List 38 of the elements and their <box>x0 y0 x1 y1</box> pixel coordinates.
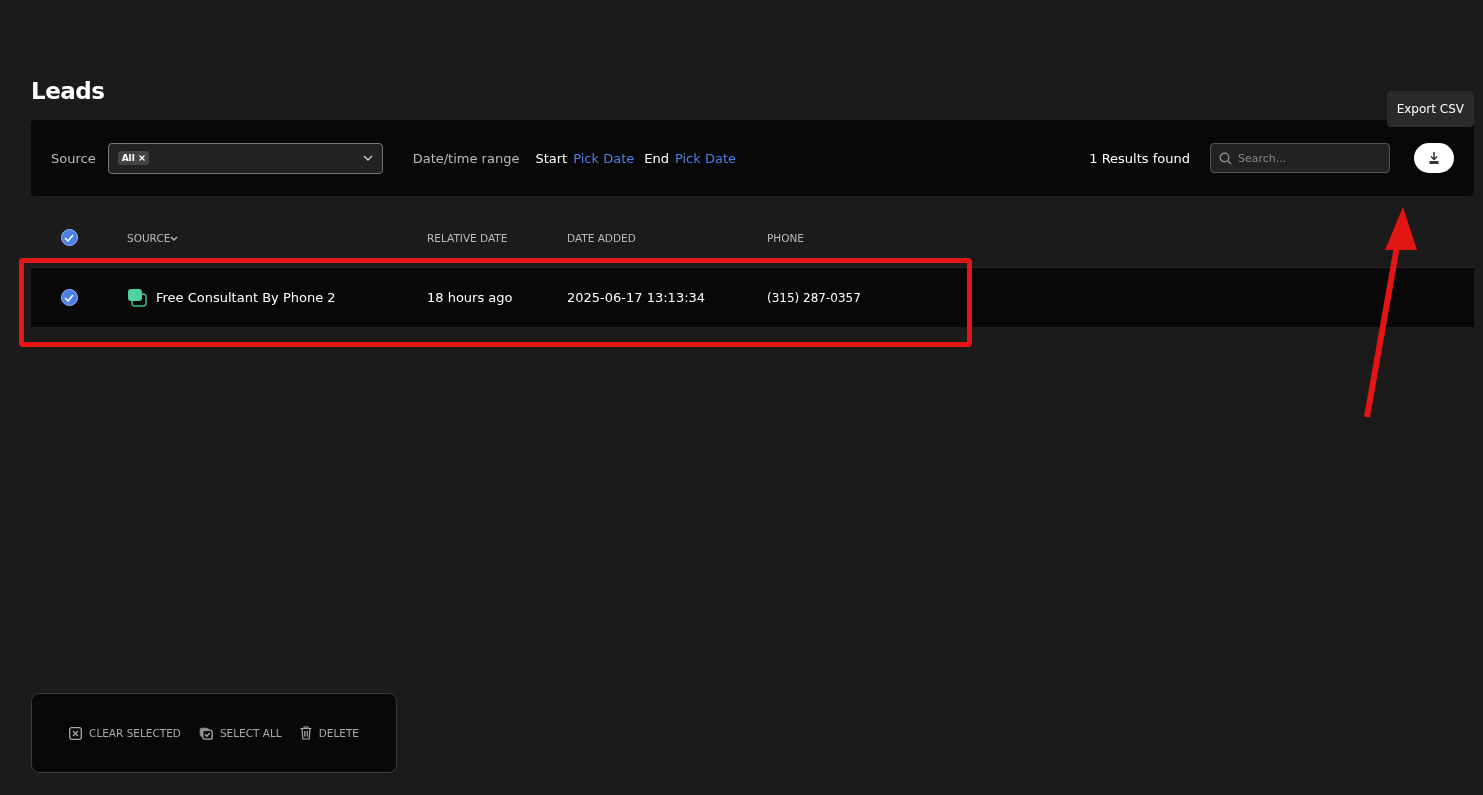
results-count: 1 Results found <box>1089 150 1190 166</box>
table-cell-text: (315) 287-0357 <box>767 290 862 305</box>
table-row[interactable]: Free Consultant By Phone 2 18 hours ago 2025-06-17 13:13:34 (315) 287-0357 <box>31 267 1474 327</box>
end-date-link[interactable]: Pick Date <box>674 150 736 166</box>
bulk-action-button[interactable]: CLEAR SELECTED <box>69 726 181 740</box>
close-icon[interactable] <box>138 155 145 161</box>
column-header[interactable]: SOURCE <box>127 231 427 244</box>
chevron-down-icon <box>170 235 179 242</box>
export-tooltip: Export CSV <box>1386 91 1474 127</box>
table-cell-text: 18 hours ago <box>427 290 514 305</box>
check-icon <box>64 233 74 242</box>
bulk-action-button[interactable]: SELECT ALL <box>198 726 282 740</box>
start-date-link[interactable]: Pick Date <box>573 150 635 166</box>
trash-icon <box>299 726 312 740</box>
chevron-down-icon <box>362 155 373 161</box>
page-title: Leads <box>31 78 105 104</box>
search-field[interactable]: Search... <box>1210 143 1390 173</box>
search-icon <box>1219 152 1232 165</box>
column-header: PHONE <box>767 231 805 244</box>
source-select[interactable]: All <box>107 142 383 174</box>
check-icon <box>64 293 74 302</box>
date-range-label: Date/time range <box>412 150 520 166</box>
source-label: Source <box>51 150 96 166</box>
select-all-checkbox[interactable] <box>60 229 78 246</box>
row-checkbox[interactable] <box>60 289 78 306</box>
table-cell: Free Consultant By Phone 2 <box>156 290 336 305</box>
table-cell-text: 2025-06-17 13:13:34 <box>567 290 707 305</box>
bulk-action-button[interactable]: DELETE <box>299 726 359 740</box>
close-icon <box>69 726 83 740</box>
end-label: End <box>644 150 669 166</box>
source-tag[interactable]: All <box>117 151 149 165</box>
chat-bubbles-icon <box>127 287 147 308</box>
start-label: Start <box>535 150 568 166</box>
column-header: RELATIVE DATE <box>427 231 509 244</box>
download-icon <box>1428 151 1440 165</box>
export-button[interactable] <box>1414 143 1454 173</box>
column-header: DATE ADDED <box>567 231 637 244</box>
checked-pages-icon <box>198 726 213 740</box>
